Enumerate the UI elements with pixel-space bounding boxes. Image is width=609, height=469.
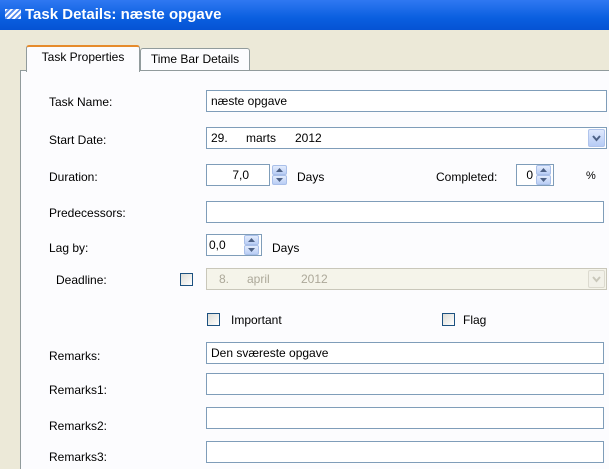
remarks3-input[interactable] (206, 441, 604, 463)
start-date-picker[interactable]: 29. marts 2012 (206, 127, 607, 149)
window-title: Task Details: næste opgave (25, 6, 222, 23)
tab-label: Time Bar Details (150, 52, 240, 66)
start-date-day: 29. (211, 131, 228, 145)
chevron-down-icon (592, 135, 601, 142)
remarks-label: Remarks: (49, 349, 101, 363)
deadline-dropdown-button[interactable] (588, 270, 605, 288)
remarks1-input[interactable] (206, 373, 604, 395)
duration-spin-up-button[interactable] (272, 165, 287, 175)
start-date-month: marts (246, 131, 276, 145)
remarks1-label: Remarks1: (49, 383, 108, 397)
lag-by-spin-up-button[interactable] (244, 235, 259, 245)
flag-label: Flag (463, 313, 487, 327)
deadline-month: april (247, 272, 270, 286)
deadline-year: 2012 (301, 272, 328, 286)
completed-spinner[interactable] (536, 165, 551, 185)
predecessors-label: Predecessors: (49, 206, 126, 220)
lag-by-spinner[interactable] (244, 235, 259, 255)
remarks3-label: Remarks3: (49, 450, 108, 464)
tab-label: Task Properties (41, 50, 125, 64)
start-date-dropdown-button[interactable] (588, 129, 605, 147)
title-bar[interactable]: Task Details: næste opgave (0, 0, 609, 30)
completed-spin-down-button[interactable] (536, 175, 551, 185)
deadline-checkbox[interactable] (180, 273, 193, 286)
arrow-down-icon (248, 248, 255, 252)
predecessors-input[interactable] (206, 201, 604, 223)
lag-by-unit: Days (272, 241, 300, 255)
remarks2-label: Remarks2: (49, 419, 108, 433)
completed-unit: % (586, 170, 596, 182)
important-label: Important (231, 313, 282, 327)
arrow-down-icon (540, 178, 547, 182)
chevron-down-icon (592, 276, 601, 283)
arrow-up-icon (248, 238, 255, 242)
completed-spin-up-button[interactable] (536, 165, 551, 175)
duration-spin-down-button[interactable] (272, 175, 287, 185)
arrow-up-icon (540, 168, 547, 172)
lag-by-spin-down-button[interactable] (244, 245, 259, 255)
important-checkbox[interactable] (207, 313, 220, 326)
duration-label: Duration: (49, 170, 98, 184)
deadline-day: 8. (219, 272, 230, 286)
duration-unit: Days (297, 170, 325, 184)
app-icon (5, 9, 21, 19)
start-date-year: 2012 (295, 131, 322, 145)
deadline-date-picker[interactable]: 8. april 2012 (206, 268, 607, 290)
arrow-up-icon (276, 168, 283, 172)
tab-task-properties[interactable]: Task Properties (26, 45, 140, 72)
flag-checkbox[interactable] (442, 313, 455, 326)
tab-time-bar-details[interactable]: Time Bar Details (140, 48, 250, 71)
remarks-input[interactable]: Den sværeste opgave (206, 342, 604, 364)
deadline-label: Deadline: (56, 273, 107, 287)
arrow-down-icon (276, 178, 283, 182)
duration-spinner[interactable] (272, 165, 287, 185)
lag-by-label: Lag by: (49, 241, 89, 255)
duration-input[interactable]: 7,0 (206, 164, 270, 186)
task-name-input[interactable]: næste opgave (206, 90, 607, 112)
task-name-label: Task Name: (49, 95, 113, 109)
start-date-label: Start Date: (49, 133, 107, 147)
completed-label: Completed: (436, 170, 498, 184)
remarks2-input[interactable] (206, 407, 604, 429)
